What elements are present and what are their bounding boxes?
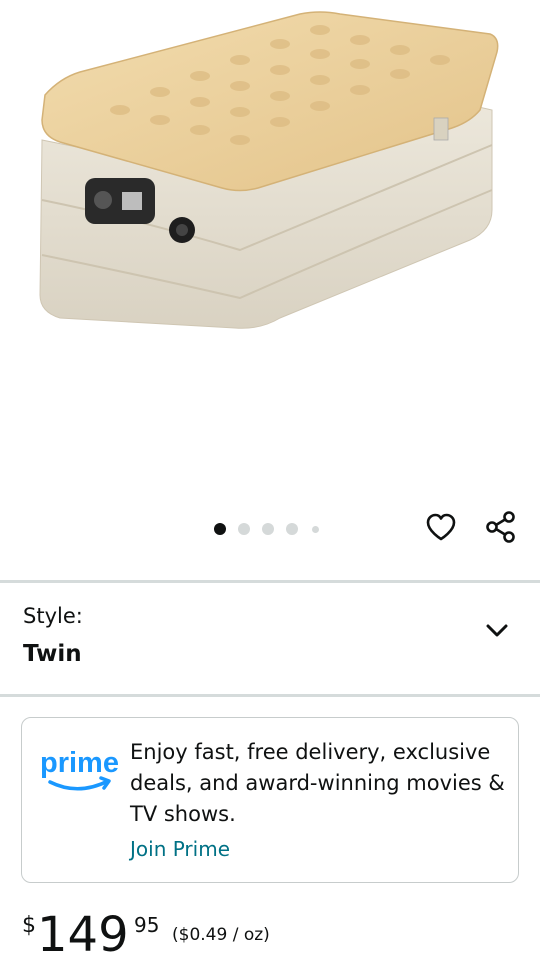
share-icon: [484, 510, 518, 548]
join-prime-link[interactable]: Join Prime: [130, 837, 230, 861]
prime-logo: prime: [38, 738, 122, 798]
price-fraction: 95: [134, 913, 160, 937]
add-to-wishlist-button[interactable]: [421, 509, 461, 549]
style-value: Twin: [23, 641, 82, 667]
prime-message: Enjoy fast, free delivery, exclusive dea…: [130, 740, 505, 826]
carousel-dot-4[interactable]: [286, 523, 298, 535]
share-button[interactable]: [481, 509, 521, 549]
unit-price: ($0.49 / oz): [172, 925, 270, 945]
price-whole: 149: [37, 907, 129, 963]
carousel-dot-2[interactable]: [238, 523, 250, 535]
chevron-down-icon[interactable]: [480, 614, 514, 648]
price-currency-symbol: $: [22, 913, 36, 938]
divider: [0, 694, 540, 697]
carousel-dot-5[interactable]: [312, 525, 319, 533]
prime-banner: prime Enjoy fast, free delivery, exclusi…: [21, 717, 519, 883]
divider: [0, 580, 540, 583]
carousel-dot-3[interactable]: [262, 523, 274, 535]
heart-icon: [425, 512, 457, 546]
style-selector[interactable]: Style: Twin: [0, 584, 540, 694]
carousel-dots: [214, 522, 331, 536]
style-label: Style:: [23, 604, 83, 628]
prime-logo-text: prime: [40, 747, 119, 779]
carousel-dot-1[interactable]: [214, 523, 226, 535]
carousel-controls: [0, 505, 540, 557]
air-mattress-illustration: [39, 11, 499, 329]
product-image[interactable]: [0, 0, 540, 505]
